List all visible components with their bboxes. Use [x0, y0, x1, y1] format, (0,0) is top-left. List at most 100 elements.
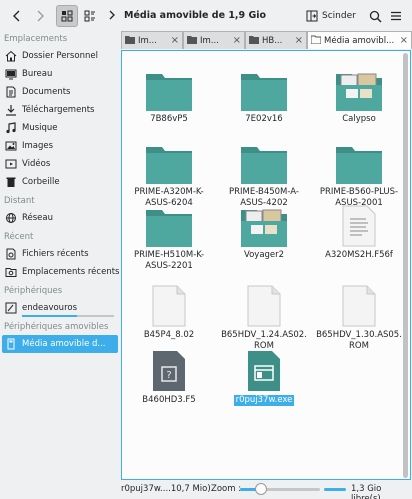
sidebar-item-fichiers-r-cents[interactable]: Fichiers récents [0, 245, 120, 263]
drive-icon [5, 302, 17, 314]
recent-files-icon [5, 248, 17, 260]
file-icon [145, 279, 193, 327]
details-view-button[interactable] [79, 5, 101, 27]
tab-2[interactable]: Im... × [183, 31, 245, 49]
split-button[interactable]: Scinder [306, 5, 356, 27]
file-item[interactable]: r0puj37w.exe [219, 344, 309, 406]
sidebar-item-label: Musique [22, 123, 58, 133]
icons-view-button[interactable] [56, 5, 78, 27]
close-tab-icon[interactable]: × [295, 35, 303, 46]
breadcrumb-separator [103, 9, 121, 21]
tab-3[interactable]: HB... × [245, 31, 307, 49]
split-label: Scinder [322, 11, 356, 21]
section-removable: Périphériques amovibles [4, 322, 109, 332]
file-name: Voyager2 [243, 250, 285, 260]
file-name: r0puj37w.exe [233, 395, 295, 406]
sidebar-item-label: Dossier Personnel [22, 51, 98, 61]
sidebar-item-images[interactable]: Images [0, 137, 120, 155]
forward-button[interactable] [29, 5, 51, 27]
close-tab-icon[interactable]: × [400, 35, 408, 46]
menu-button[interactable] [385, 5, 407, 27]
file-view[interactable]: 7B86vP5 7E02v16 Calypso PRIME-A320M-K-ASUS-… [121, 50, 411, 480]
file-item[interactable]: PRIME-H510M-K-ASUS-2201 [124, 199, 214, 272]
download-icon [5, 104, 17, 116]
sidebar-item-dossier-personnel[interactable]: Dossier Personnel [0, 47, 120, 65]
sidebar-item-vid-os[interactable]: Vidéos [0, 155, 120, 173]
file-icon [240, 279, 288, 327]
file-name: 7B86vP5 [150, 114, 188, 124]
file-item[interactable]: A320MS2H.F56f [314, 199, 404, 261]
sidebar-item-label: Fichiers récents [22, 249, 89, 259]
file-item[interactable]: 7E02v16 [219, 63, 309, 125]
sidebar-item-documents[interactable]: Documents [0, 83, 120, 101]
tab-bar: Im... × Im... × HB... × Média amovibl...… [121, 31, 412, 49]
close-tab-icon[interactable]: × [233, 35, 241, 46]
sidebar-item-r-seau[interactable]: Réseau [0, 209, 120, 227]
folder-icon [240, 136, 288, 184]
sidebar-item-musique[interactable]: Musique [0, 119, 120, 137]
folder-icon [145, 136, 193, 184]
search-icon [369, 10, 381, 22]
folder-icon [145, 199, 193, 247]
zoom-slider-handle[interactable] [255, 483, 267, 495]
file-item[interactable]: B45P4_8.02 [124, 279, 214, 341]
sidebar-item-label: Documents [22, 87, 71, 97]
file-name: Calypso [342, 114, 376, 124]
vertical-scrollbar[interactable] [403, 53, 409, 478]
file-name: B460HD3.F5 [142, 395, 196, 405]
tab-label: Im... [138, 35, 157, 46]
close-tab-icon[interactable]: × [171, 35, 179, 46]
sidebar-item-label: Corbeille [22, 177, 60, 187]
file-item[interactable]: 7B86vP5 [124, 63, 214, 125]
file-item[interactable]: Voyager2 [219, 199, 309, 261]
sidebar-item-corbeille[interactable]: Corbeille [0, 173, 120, 191]
file-item[interactable]: B65HDV_1.24.AS02.ROM [219, 279, 309, 352]
file-name: 7E02v16 [245, 114, 283, 124]
sidebar-item-label: Bureau [22, 69, 53, 79]
section-devices: Périphériques [4, 286, 63, 296]
sidebar-item-label: endeavouros [22, 303, 78, 313]
network-icon [5, 212, 17, 224]
toolbar: Média amovible de 1,9 Gio Scinder [0, 0, 412, 31]
file-name: B45P4_8.02 [143, 330, 195, 340]
file-item[interactable]: Calypso [314, 63, 404, 125]
folder-icon [310, 35, 322, 47]
breadcrumb-current[interactable]: Média amovible de 1,9 Gio [124, 10, 266, 21]
images-icon [5, 140, 17, 152]
video-icon [5, 158, 17, 170]
sidebar-item-label: Réseau [22, 213, 54, 223]
section-places: Emplacements [4, 34, 68, 44]
section-recent: Récent [4, 232, 34, 242]
sidebar-item-bureau[interactable]: Bureau [0, 65, 120, 83]
selection-info: r0puj37w....10,7 Mio) [121, 484, 211, 494]
free-space: 1,3 Gio libre(s) [351, 484, 382, 499]
folder-icon [145, 63, 193, 111]
tab-4[interactable]: Média amovibl... × [307, 31, 412, 49]
sidebar-item-label: Emplacements récents [22, 267, 120, 277]
sidebar-item-m-dia-amovible-d[interactable]: Média amovible d... [2, 335, 118, 353]
file-item[interactable]: ? B460HD3.F5 [124, 344, 214, 406]
chevron-left-icon [13, 10, 20, 22]
folder-icon [335, 136, 383, 184]
zoom-slider[interactable] [240, 483, 320, 495]
search-button[interactable] [364, 5, 386, 27]
usb-drive-icon [5, 338, 17, 350]
file-item[interactable]: B65HDV_1.30.AS05.ROM [314, 279, 404, 352]
section-remote: Distant [4, 196, 35, 206]
places-sidebar: Emplacements Dossier Personnel Bureau Docu… [0, 31, 120, 499]
details-view-icon [84, 10, 95, 22]
sidebar-item-t-l-chargements[interactable]: Téléchargements [0, 101, 120, 119]
file-icon [335, 279, 383, 327]
file-name: B65HDV_1.30.AS05.ROM [316, 330, 402, 351]
sidebar-item-emplacements-r-cents[interactable]: Emplacements récents [0, 263, 120, 281]
folder-icon [249, 35, 259, 47]
folder-icon [125, 35, 135, 47]
folder-icon [187, 35, 197, 47]
split-view-icon [306, 10, 318, 22]
hamburger-menu-icon [391, 11, 401, 21]
chevron-right-icon [37, 10, 44, 22]
sidebar-item-label: Vidéos [22, 159, 51, 169]
tab-1[interactable]: Im... × [121, 31, 183, 49]
back-button[interactable] [6, 5, 28, 27]
sidebar-item-label: Images [22, 141, 54, 151]
